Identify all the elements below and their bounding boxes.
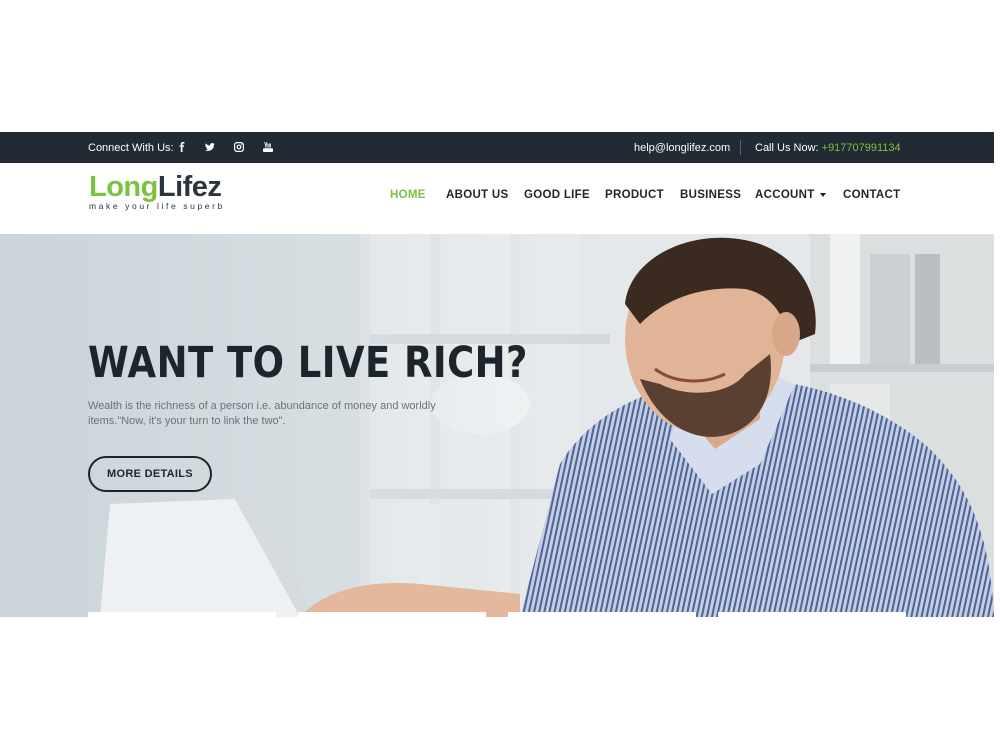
connect-label: Connect With Us: [88,142,174,154]
nav-item-about-us[interactable]: ABOUT US [446,189,508,201]
nav-item-account[interactable]: ACCOUNT [755,189,826,201]
facebook-icon[interactable] [175,140,189,154]
hero-title: WANT TO LIVE RICH? [88,338,528,388]
hero-banner: WANT TO LIVE RICH? Wealth is the richnes… [0,234,994,617]
feature-card-2 [298,612,486,617]
email-link[interactable]: help@longlifez.com [634,142,730,154]
top-bar: Connect With Us: help@longlifez.com Call… [0,132,994,163]
main-header: LongLifez make your life superb HOME ABO… [0,163,994,234]
youtube-icon[interactable] [261,140,275,154]
hero-description: Wealth is the richness of a person i.e. … [88,400,436,427]
nav-item-good-life[interactable]: GOOD LIFE [524,189,590,201]
nav-item-contact[interactable]: CONTACT [843,189,900,201]
nav-item-home[interactable]: HOME [390,189,426,201]
twitter-icon[interactable] [203,140,217,154]
nav-item-business[interactable]: BUSINESS [680,189,741,201]
topbar-divider [740,140,741,155]
nav-item-account-label: ACCOUNT [755,189,815,201]
phone-number[interactable]: +917707991134 [822,142,901,154]
instagram-icon[interactable] [232,140,246,154]
feature-card-1 [88,612,276,617]
feature-card-3 [508,612,696,617]
call-info: Call Us Now: +917707991134 [755,142,901,154]
caret-down-icon [819,192,826,197]
page: Connect With Us: help@longlifez.com Call… [0,0,1000,750]
feature-card-4 [718,612,906,617]
main-nav: HOME ABOUT US GOOD LIFE PRODUCT BUSINESS… [0,189,994,205]
call-label: Call Us Now: [755,142,819,154]
more-details-button[interactable]: MORE DETAILS [88,456,212,492]
nav-item-product[interactable]: PRODUCT [605,189,664,201]
